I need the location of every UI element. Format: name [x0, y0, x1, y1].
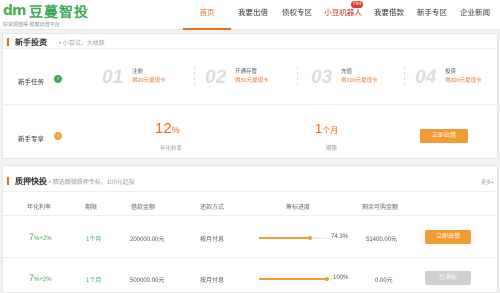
top-header: dm 豆蔓智投 好资源值得·稳健出借平台 首页 我要出借 债权专区 小豆机器人 H… [0, 0, 500, 30]
progress-bar [259, 277, 329, 281]
row-term: 1个月 [86, 278, 102, 284]
newbie-title: 新手投资 [7, 38, 47, 47]
logo-mark: dm [3, 3, 27, 19]
progress-bar [259, 236, 327, 240]
nav-item-invest[interactable]: 我要出借 [231, 0, 275, 30]
main-nav: 首页 我要出借 债权专区 小豆机器人 Hot 我要借款 新手专区 企业新闻 [183, 0, 497, 30]
divider [3, 215, 497, 216]
nav-item-newbie[interactable]: 新手专区 [411, 0, 453, 30]
column-header: 期限 [85, 205, 98, 211]
task-title: 投资 [445, 69, 457, 75]
progress-label: 100% [333, 275, 349, 281]
task-divider [404, 66, 405, 86]
nav-item-borrow[interactable]: 我要借款 [367, 0, 411, 30]
pledge-panel-header: 质押快投 • 精选靓號质押专标，100元起投 [3, 173, 497, 192]
invest-button[interactable]: 立即出借 [425, 230, 471, 244]
column-header: 借款金额 [131, 205, 156, 211]
row-amount: 200000.00元 [130, 237, 165, 243]
task-divider [194, 66, 195, 86]
progress-fill [259, 278, 327, 280]
newbie-term: 1个月 [315, 121, 339, 136]
newbie-rate: 12% [155, 120, 180, 137]
pledge-title: 质押快投 [7, 177, 47, 186]
task-title: 充值 [341, 69, 353, 75]
task-reward: 得100元提现卡 [341, 78, 378, 84]
chevron-right-icon: › [54, 132, 62, 140]
row-repay: 按月付息 [200, 237, 225, 243]
newbie-rate-label: 年化利率 [160, 146, 183, 152]
newbie-panel-header: 新手投资 • 小尝试，大收获 [3, 34, 497, 49]
progress-fill [259, 237, 310, 239]
logo-slogan: 好资源值得·稳健出借平台 [3, 22, 60, 28]
task-title: 开通存管 [235, 69, 258, 75]
progress-label: 74.3% [331, 234, 349, 240]
task-divider [297, 66, 298, 86]
progress-dot [307, 236, 312, 240]
hot-badge: Hot [351, 1, 363, 8]
divider [2, 104, 498, 105]
row-remaining: 51400.00元 [366, 237, 398, 243]
column-header: 还款方式 [200, 205, 225, 211]
more-link[interactable]: 更多+ [481, 179, 494, 186]
task-title: 注册 [132, 69, 144, 75]
pledge-subtitle: • 精选靓號质押专标，100元起投 [49, 180, 135, 186]
sold-out-button[interactable]: 已满标 [425, 271, 471, 285]
task-number: 01 [102, 67, 124, 88]
tasks-label: 新手任务 [18, 79, 44, 86]
pledge-panel: 质押快投 • 精选靓號质押专标，100元起投 更多+ 年化利率 期限 借款金额 … [2, 165, 498, 293]
task-reward: 得30元提现卡 [235, 78, 269, 84]
task-number: 04 [415, 67, 437, 88]
product-label: 新手专享 [18, 136, 44, 143]
row-rate: 7%+2% [29, 273, 52, 283]
chevron-right-icon: › [54, 75, 62, 83]
row-amount: 500000.00元 [130, 278, 165, 284]
task-reward: 得20元提现卡 [132, 78, 166, 84]
site-logo[interactable]: dm 豆蔓智投 好资源值得·稳健出借平台 [3, 2, 93, 28]
newbie-term-label: 期限 [326, 146, 338, 152]
newbie-subtitle: • 小尝试，大收获 [59, 41, 105, 47]
task-number: 03 [311, 67, 333, 88]
newbie-invest-button[interactable]: 立即出借 [420, 129, 468, 143]
column-header: 年化利率 [27, 205, 52, 211]
nav-item-news[interactable]: 企业新闻 [453, 0, 497, 30]
nav-item-debt[interactable]: 债权专区 [275, 0, 319, 30]
divider [3, 257, 497, 258]
task-reward: 得300元提现卡 [445, 78, 482, 84]
column-header: 筹标进度 [286, 205, 311, 211]
nav-item-home[interactable]: 首页 [183, 0, 231, 30]
progress-dot [325, 277, 329, 281]
task-number: 02 [205, 67, 227, 88]
row-repay: 按月付息 [200, 278, 225, 284]
row-rate: 7%+2% [29, 232, 52, 242]
logo-name: 豆蔓智投 [29, 4, 89, 20]
nav-item-robot[interactable]: 小豆机器人 Hot [319, 0, 367, 30]
row-term: 1个月 [86, 237, 102, 243]
column-header: 剩余可购金额 [362, 205, 399, 211]
row-remaining: 0.00元 [375, 278, 393, 284]
